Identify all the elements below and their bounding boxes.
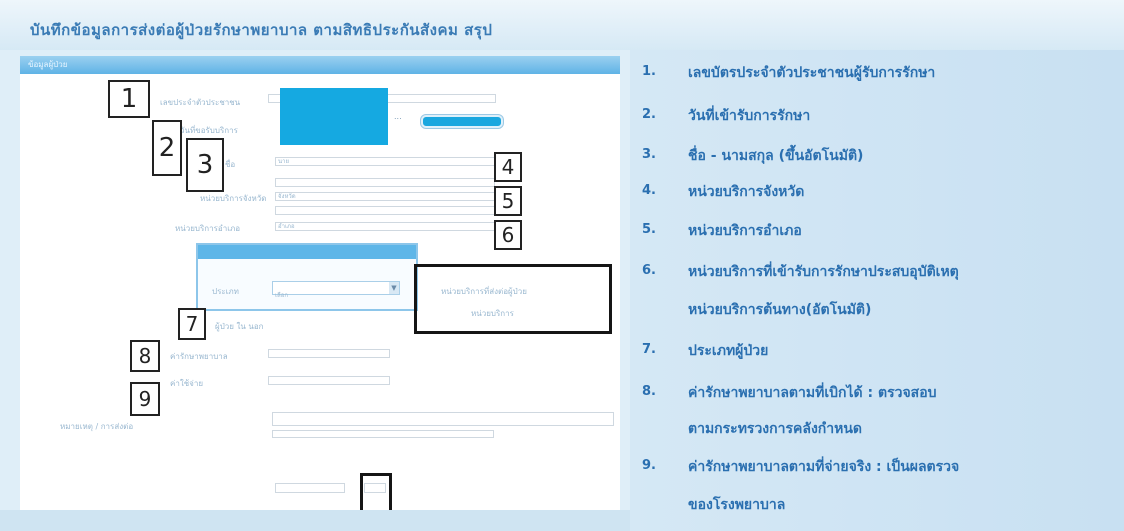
legend-num-4: 4. xyxy=(642,183,656,198)
destination-text-1: หน่วยบริการที่ส่งต่อผู้ป่วย xyxy=(441,287,527,296)
destination-frame: หน่วยบริการที่ส่งต่อผู้ป่วย หน่วยบริการ xyxy=(414,264,612,334)
legend-num-2: 2. xyxy=(642,107,656,122)
legend-text-8b: ตามกระทรวงการคลังกำหนด xyxy=(688,421,863,437)
marker-6: 6 xyxy=(494,220,522,250)
cost1-label: ค่ารักษาพยาบาล xyxy=(170,352,228,361)
name-value: นาย xyxy=(278,158,289,165)
marker-2: 2 xyxy=(152,120,182,176)
province-code-input[interactable] xyxy=(275,206,495,215)
chevron-down-icon[interactable]: ▼ xyxy=(389,282,399,294)
legend-num-9: 9. xyxy=(642,458,656,473)
pid-label: เลขประจำตัวประชาชน xyxy=(160,98,241,107)
note-label: หมายเหตุ / การส่งต่อ xyxy=(60,422,134,431)
legend-text-5: หน่วยบริการอำเภอ xyxy=(688,223,802,239)
marker-8: 8 xyxy=(130,340,160,372)
legend-text-6a: หน่วยบริการที่เข้ารับการรักษาประสบอุบัติ… xyxy=(688,264,959,280)
hospital-panel-header xyxy=(198,245,416,259)
title-bar: บันทึกข้อมูลการส่งต่อผู้ป่วยรักษาพยาบาล … xyxy=(0,0,1124,50)
legend-num-3: 3. xyxy=(642,147,656,162)
legend-num-7: 7. xyxy=(642,342,656,357)
name-input[interactable]: นาย xyxy=(275,157,495,166)
note-input[interactable] xyxy=(272,412,614,426)
form-header: ข้อมูลผู้ป่วย xyxy=(20,56,620,74)
hospital-select[interactable]: เลือก ▼ xyxy=(272,281,400,299)
legend-num-8: 8. xyxy=(642,384,656,399)
district-value: อำเภอ xyxy=(278,223,295,230)
cancel-button[interactable] xyxy=(275,483,345,493)
pid-suffix: ... xyxy=(394,112,402,121)
hospital-select-value: เลือก xyxy=(275,292,288,299)
card-label: วันที่ขอรับบริการ xyxy=(180,126,238,135)
form-header-label: ข้อมูลผู้ป่วย xyxy=(28,60,68,69)
bottom-strip xyxy=(0,510,630,531)
legend-text-2: วันที่เข้ารับการรักษา xyxy=(688,108,811,124)
province-label: หน่วยบริการจังหวัด xyxy=(200,194,267,203)
save-button[interactable] xyxy=(364,483,386,493)
marker-1: 1 xyxy=(108,80,150,118)
surname-input[interactable] xyxy=(275,178,495,187)
page-title: บันทึกข้อมูลการส่งต่อผู้ป่วยรักษาพยาบาล … xyxy=(30,21,493,39)
legend-text-1: เลขบัตรประจำตัวประชาชนผู้รับการรักษา xyxy=(688,65,936,81)
cost2-input[interactable] xyxy=(268,376,390,385)
legend-text-7: ประเภทผู้ป่วย xyxy=(688,343,769,359)
marker-5: 5 xyxy=(494,186,522,216)
province-value: จังหวัด xyxy=(278,193,296,200)
legend-text-9b: ของโรงพยาบาล xyxy=(688,497,786,513)
marker-7: 7 xyxy=(178,308,206,340)
cost1-input[interactable] xyxy=(268,349,390,358)
legend-text-4: หน่วยบริการจังหวัด xyxy=(688,184,805,200)
legend-text-3: ชื่อ - นามสกุล (ขึ้นอัตโนมัติ) xyxy=(688,148,864,164)
legend-text-6b: หน่วยบริการต้นทาง(อัตโนมัติ) xyxy=(688,302,872,318)
district-label: หน่วยบริการอำเภอ xyxy=(175,224,241,233)
marker-9: 9 xyxy=(130,382,160,416)
pid-highlight xyxy=(280,88,388,145)
destination-text-2: หน่วยบริการ xyxy=(471,309,514,318)
district-input[interactable]: อำเภอ xyxy=(275,222,495,231)
marker-3: 3 xyxy=(186,138,224,192)
marker-4: 4 xyxy=(494,152,522,182)
hospital-type-label: ประเภท xyxy=(212,287,239,296)
legend-text-9a: ค่ารักษาพยาบาลตามที่จ่ายจริง : เป็นผลตรว… xyxy=(688,459,960,475)
note-input-2[interactable] xyxy=(272,430,494,438)
legend-num-6: 6. xyxy=(642,263,656,278)
province-input[interactable]: จังหวัด xyxy=(275,192,495,201)
hospital-panel: ประเภท เลือก ▼ xyxy=(196,243,418,311)
legend-num-5: 5. xyxy=(642,222,656,237)
legend-text-8a: ค่ารักษาพยาบาลตามที่เบิกได้ : ตรวจสอบ xyxy=(688,385,937,401)
search-button[interactable] xyxy=(421,115,503,128)
cost2-label: ค่าใช้จ่าย xyxy=(170,379,204,388)
name-label: ชื่อ xyxy=(225,160,236,169)
legend-num-1: 1. xyxy=(642,64,656,79)
patient-type-options[interactable]: ผู้ป่วย ใน นอก xyxy=(215,320,264,333)
